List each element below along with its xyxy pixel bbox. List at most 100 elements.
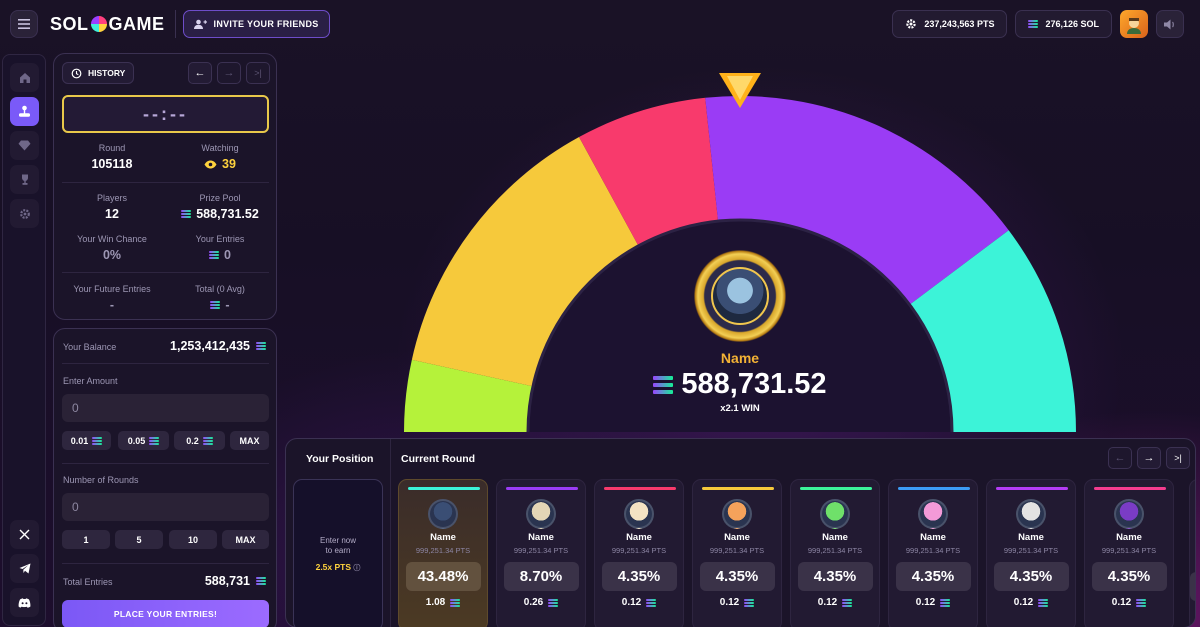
rounds-chip-1[interactable]: 1	[62, 530, 110, 549]
player-color-bar	[800, 487, 872, 490]
solana-icon	[653, 375, 674, 394]
player-amount: 0.12	[817, 597, 838, 608]
player-name: Name	[430, 532, 456, 543]
round-timer: --:--	[62, 95, 269, 133]
nav-trophy-button[interactable]	[10, 165, 39, 194]
telegram-icon	[19, 563, 30, 574]
player-color-bar	[898, 487, 970, 490]
amount-chip-0.05[interactable]: 0.05	[118, 431, 169, 450]
skip-end-icon: >|	[1174, 453, 1182, 463]
player-win-percent: 8.70%	[503, 562, 579, 591]
sound-toggle-button[interactable]	[1156, 10, 1184, 38]
nav-settings-button[interactable]	[10, 199, 39, 228]
player-card[interactable]: Name 999,251.34 PTS 4.35% 0.12	[692, 479, 782, 627]
rounds-chip-5[interactable]: 5	[115, 530, 163, 549]
player-avatar	[918, 499, 948, 529]
nav-home-button[interactable]	[10, 63, 39, 92]
solana-icon	[209, 251, 220, 259]
amount-input[interactable]: 0	[62, 394, 269, 422]
your-position-card[interactable]: Enter now to earn 2.5x PTS ⓘ	[293, 479, 383, 627]
total-entries-label: Total Entries	[63, 577, 113, 587]
winner-display: Name 588,731.52 x2.1 WIN	[620, 248, 860, 414]
rounds-chip-10[interactable]: 10	[169, 530, 217, 549]
player-card[interactable]: Name 999,251.34 PTS 4.35% 0.12	[888, 479, 978, 627]
invite-friends-button[interactable]: INVITE YOUR FRIENDS	[182, 10, 330, 38]
solana-icon	[450, 598, 461, 607]
place-entries-button[interactable]: PLACE YOUR ENTRIES!	[62, 600, 269, 627]
player-card[interactable]: Name 999,251.34 PTS 43.48% 1.08	[398, 479, 488, 627]
win-chance-stat: Your Win Chance 0%	[62, 234, 162, 262]
chip-label: 0.05	[127, 435, 146, 446]
player-avatar	[624, 499, 654, 529]
arrow-right-icon: →	[1143, 452, 1155, 464]
points-balance[interactable]: 237,243,563 PTS	[892, 10, 1008, 38]
stats-divider	[62, 182, 269, 183]
player-points: 999,251.34 PTS	[513, 546, 569, 555]
amount-chip-0.01[interactable]: 0.01	[62, 431, 111, 450]
logo[interactable]: SOL GAME	[50, 14, 165, 35]
player-name: Name	[1116, 532, 1142, 543]
wheel-pointer-icon	[719, 73, 761, 108]
player-win-percent: 4.35%	[1091, 562, 1167, 591]
to-earn-text: to earn	[325, 546, 351, 555]
player-amount-row: 0.12	[987, 597, 1075, 608]
winner-amount: 588,731.52	[681, 368, 827, 400]
nav-diamond-button[interactable]	[10, 131, 39, 160]
player-win-percent: 4.35%	[797, 562, 873, 591]
rounds-input[interactable]: 0	[62, 493, 269, 521]
player-win-percent: 4.35%	[601, 562, 677, 591]
solana-icon	[202, 436, 213, 445]
player-card-partial	[1189, 479, 1195, 627]
telegram-button[interactable]	[10, 554, 39, 583]
arrow-left-icon: ←	[194, 67, 206, 79]
amount-chip-0.2[interactable]: 0.2	[174, 431, 225, 450]
player-card[interactable]: Name 999,251.34 PTS 4.35% 0.12	[790, 479, 880, 627]
solana-icon	[744, 598, 755, 607]
rounds-prev-button[interactable]: ←	[1108, 447, 1132, 469]
amount-chip-max[interactable]: MAX	[230, 431, 269, 450]
future-entries-value: -	[109, 298, 115, 312]
stats-divider	[62, 272, 269, 273]
history-next-button[interactable]: →	[217, 62, 241, 84]
trophy-icon	[21, 174, 28, 185]
winner-avatar	[711, 267, 769, 325]
arrow-right-icon: →	[223, 67, 235, 79]
total-avg-label: Total (0 Avg)	[195, 284, 245, 294]
solana-icon	[548, 598, 559, 607]
player-color-bar	[408, 487, 480, 490]
discord-button[interactable]	[10, 588, 39, 617]
player-pct-partial	[1190, 572, 1195, 601]
rounds-chip-max[interactable]: MAX	[222, 530, 269, 549]
x-social-button[interactable]	[10, 520, 39, 549]
sol-balance[interactable]: 276,126 SOL	[1015, 10, 1112, 38]
header-divider	[174, 10, 176, 38]
player-card[interactable]: Name 999,251.34 PTS 4.35% 0.12	[986, 479, 1076, 627]
rounds-panel: Your Position Current Round ← → >| Enter…	[285, 438, 1196, 627]
history-last-button[interactable]: >|	[246, 62, 270, 84]
player-win-percent: 4.35%	[699, 562, 775, 591]
users-icon	[193, 19, 207, 29]
player-win-percent: 4.35%	[993, 562, 1069, 591]
user-avatar[interactable]	[1120, 10, 1148, 38]
history-prev-button[interactable]: ←	[188, 62, 212, 84]
player-name: Name	[1018, 532, 1044, 543]
total-entries-value: 588,731	[204, 574, 250, 588]
player-card[interactable]: Name 999,251.34 PTS 4.35% 0.12	[594, 479, 684, 627]
player-card[interactable]: Name 999,251.34 PTS 8.70% 0.26	[496, 479, 586, 627]
solana-icon	[256, 577, 266, 585]
watching-label: Watching	[201, 143, 239, 153]
rounds-next-button[interactable]: →	[1137, 447, 1161, 469]
menu-button[interactable]	[10, 10, 38, 38]
player-card[interactable]: Name 999,251.34 PTS 4.35% 0.12	[1084, 479, 1174, 627]
player-amount-row: 0.12	[693, 597, 781, 608]
player-amount-row: 0.12	[595, 597, 683, 608]
player-color-bar	[506, 487, 578, 490]
future-entries-stat: Your Future Entries -	[62, 284, 162, 312]
winner-multiplier: x2.1 WIN	[720, 403, 760, 414]
nav-game-button[interactable]	[10, 97, 39, 126]
player-avatar	[428, 499, 458, 529]
player-name: Name	[626, 532, 652, 543]
rounds-last-button[interactable]: >|	[1166, 447, 1190, 469]
player-avatar	[820, 499, 850, 529]
history-button[interactable]: HISTORY	[62, 62, 135, 84]
